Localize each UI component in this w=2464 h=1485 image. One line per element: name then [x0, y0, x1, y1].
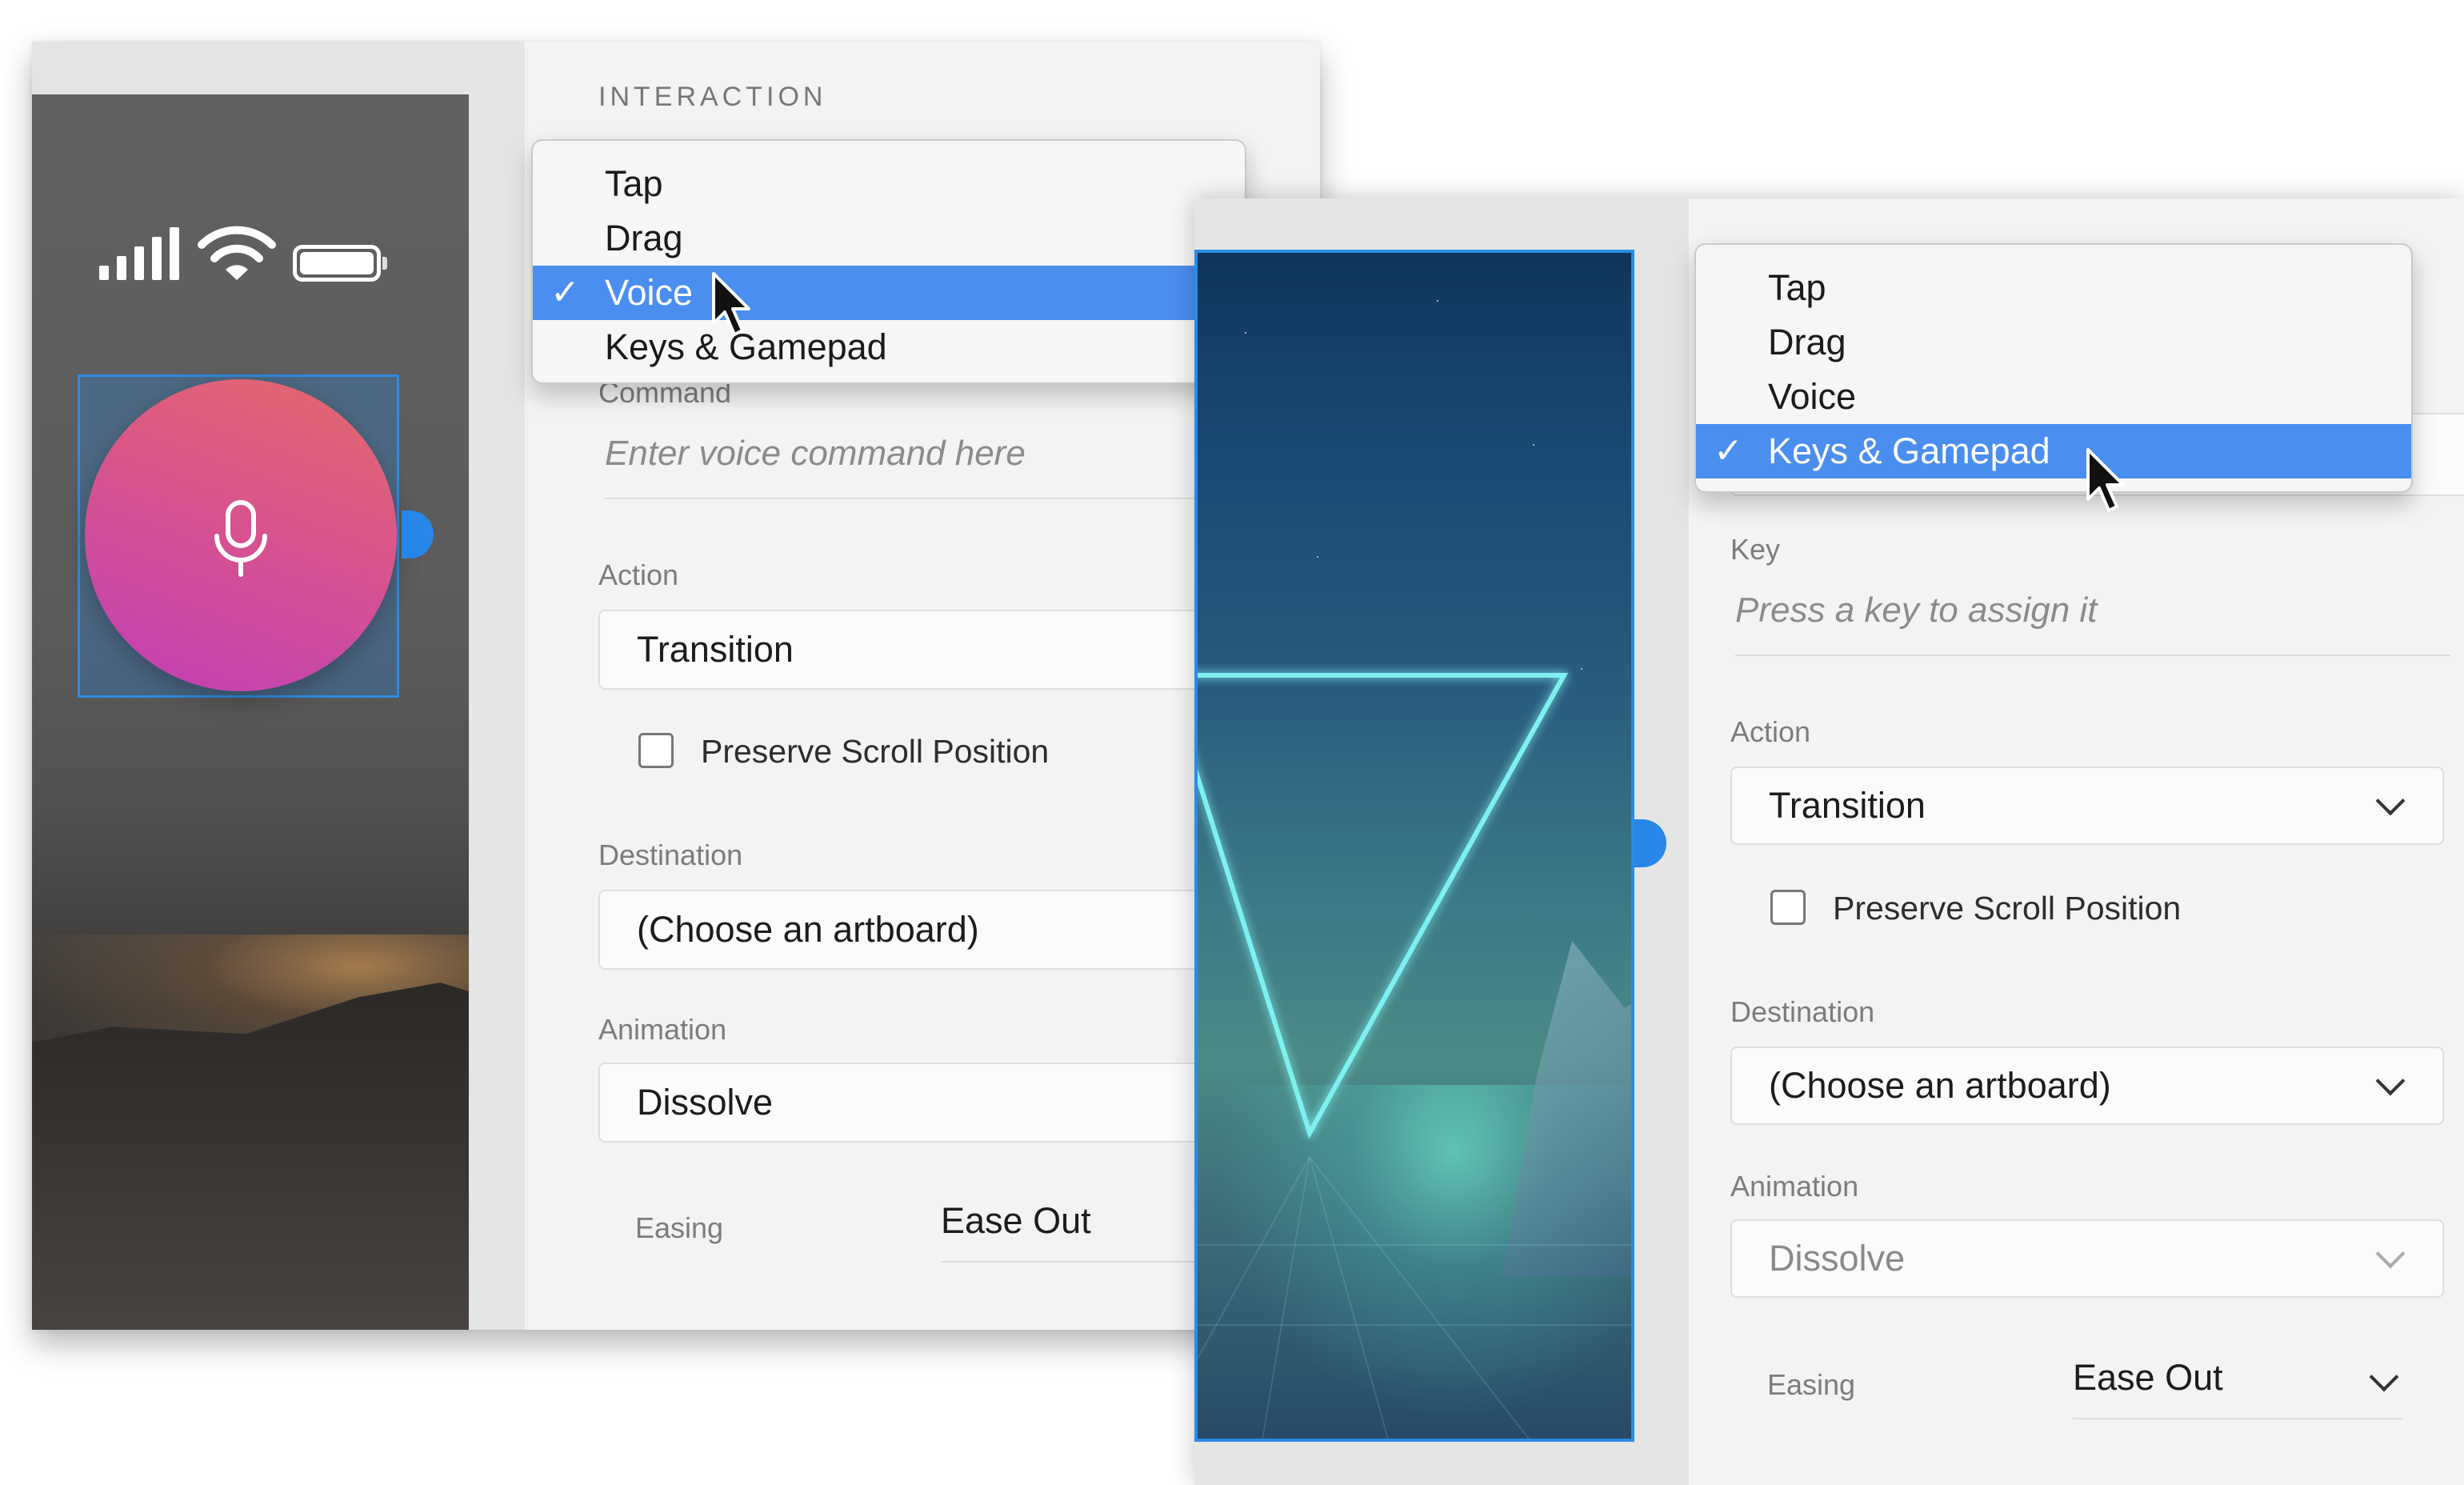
menu-item-drag[interactable]: Drag	[1696, 315, 2411, 370]
menu-item-tap[interactable]: Tap	[533, 157, 1245, 211]
cellular-signal-icon	[99, 227, 187, 280]
animation-label: Animation	[1730, 1170, 1859, 1203]
easing-value: Ease Out	[2073, 1357, 2223, 1398]
easing-label: Easing	[635, 1211, 724, 1244]
action-select[interactable]: Transition	[1730, 767, 2444, 845]
menu-item-keys-gamepad[interactable]: ✓ Keys & Gamepad	[1696, 424, 2411, 478]
menu-item-keys-gamepad[interactable]: Keys & Gamepad	[533, 320, 1245, 374]
action-value: Transition	[1769, 785, 1926, 826]
interaction-section-title: INTERACTION	[598, 82, 827, 112]
destination-value: (Choose an artboard)	[1769, 1065, 2111, 1106]
key-placeholder: Press a key to assign it	[1735, 590, 2098, 630]
preserve-scroll-label: Preserve Scroll Position	[1833, 890, 2182, 927]
animation-value: Dissolve	[637, 1082, 774, 1123]
interaction-handle[interactable]	[402, 510, 434, 558]
menu-item-voice[interactable]: Voice	[1696, 370, 2411, 424]
menu-item-tap[interactable]: Tap	[1696, 261, 2411, 315]
battery-icon	[293, 245, 381, 282]
chevron-down-icon	[2375, 786, 2406, 816]
key-input[interactable]: Press a key to assign it	[1735, 590, 2450, 656]
animation-select[interactable]: Dissolve	[1730, 1219, 2444, 1298]
key-label: Key	[1730, 533, 1781, 566]
preserve-scroll-label: Preserve Scroll Position	[701, 733, 1050, 770]
preserve-scroll-checkbox[interactable]	[1770, 890, 1806, 925]
checkmark-icon: ✓	[1714, 431, 1743, 470]
easing-value: Ease Out	[941, 1200, 1091, 1241]
right-trigger-dropdown-menu[interactable]: Tap Drag Voice ✓ Keys & Gamepad	[1694, 243, 2413, 493]
microphone-icon	[214, 500, 267, 577]
left-trigger-dropdown-menu[interactable]: Tap Drag ✓ Voice Keys & Gamepad	[531, 139, 1246, 384]
voice-artboard[interactable]	[32, 94, 469, 1330]
checkmark-icon: ✓	[550, 273, 580, 312]
action-label: Action	[1730, 715, 1811, 748]
wifi-icon	[198, 226, 276, 280]
action-label: Action	[598, 558, 679, 591]
destination-select[interactable]: (Choose an artboard)	[1730, 1047, 2444, 1125]
chevron-down-icon	[2375, 1239, 2406, 1269]
animation-label: Animation	[598, 1013, 727, 1046]
menu-item-voice[interactable]: ✓ Voice	[533, 266, 1245, 320]
chevron-down-icon	[2369, 1362, 2399, 1392]
destination-label: Destination	[598, 839, 743, 871]
destination-label: Destination	[1730, 995, 1875, 1028]
voice-command-placeholder: Enter voice command here	[605, 434, 1026, 473]
action-value: Transition	[637, 629, 794, 670]
easing-label: Easing	[1767, 1368, 1856, 1401]
easing-select[interactable]: Ease Out	[2073, 1357, 2402, 1419]
preserve-scroll-checkbox[interactable]	[638, 733, 674, 768]
gamepad-artboard[interactable]	[1194, 250, 1634, 1442]
menu-item-drag[interactable]: Drag	[533, 211, 1245, 266]
mouse-pointer-icon	[712, 272, 750, 336]
chevron-down-icon	[2375, 1066, 2406, 1096]
animation-value: Dissolve	[1769, 1238, 1906, 1279]
destination-value: (Choose an artboard)	[637, 909, 979, 950]
mouse-pointer-icon	[2086, 448, 2125, 512]
voice-button-circle[interactable]	[85, 379, 397, 691]
